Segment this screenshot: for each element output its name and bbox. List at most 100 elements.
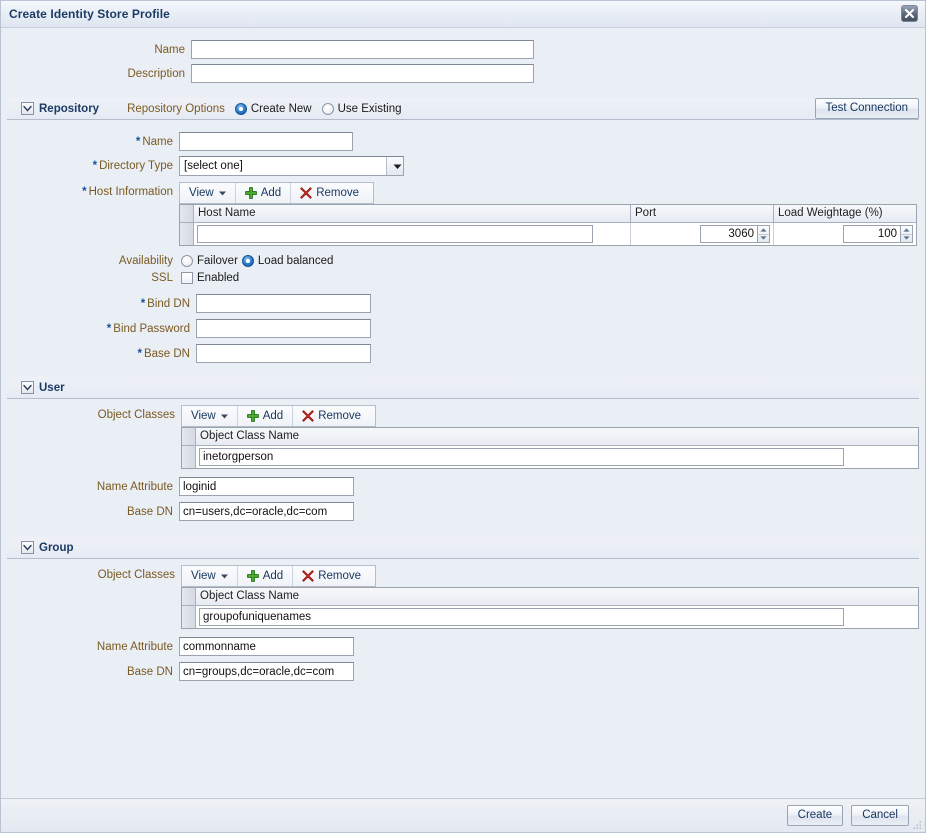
group-base-dn-input[interactable]: [179, 662, 354, 681]
profile-identity-fields: Name Description: [1, 34, 925, 98]
group-section-body: Object Classes View Add Remove Object Cl…: [1, 559, 925, 681]
row-selector-gutter: [180, 205, 194, 222]
user-table-toolbar: View Add Remove: [181, 405, 376, 427]
directory-type-select[interactable]: [select one]: [179, 156, 404, 176]
bind-dn-input[interactable]: [196, 294, 371, 313]
dialog-content: Name Description Repository Repository O…: [1, 28, 925, 798]
host-table-header-row: Host Name Port Load Weightage (%): [180, 205, 916, 223]
user-view-menu[interactable]: View: [182, 406, 238, 426]
host-information-table-wrap: View Add Remove Host Name Port Load Weig…: [179, 182, 917, 246]
radio-load-balanced[interactable]: Load balanced: [241, 255, 333, 267]
radio-create-new-marker: [234, 102, 247, 115]
user-base-dn-input[interactable]: [179, 502, 354, 521]
repository-base-dn-row: * Base DN: [1, 344, 925, 363]
repository-name-input[interactable]: [179, 132, 353, 151]
host-name-input[interactable]: [197, 225, 593, 243]
table-row: [182, 446, 918, 468]
ssl-enabled-checkbox[interactable]: Enabled: [181, 272, 239, 284]
group-name-attribute-input[interactable]: [179, 637, 354, 656]
create-button[interactable]: Create: [786, 805, 844, 826]
repository-options-label: Repository Options: [127, 102, 225, 115]
user-base-dn-label: Base DN: [126, 505, 173, 518]
description-input[interactable]: [191, 64, 534, 83]
group-view-label: View: [191, 570, 216, 582]
row-selector-cell[interactable]: [180, 223, 194, 245]
load-weightage-spinner-down[interactable]: [901, 235, 912, 243]
chevron-down-icon-user[interactable]: [21, 381, 34, 394]
host-information-table: Host Name Port Load Weightage (%): [179, 204, 917, 246]
user-object-class-input[interactable]: [199, 448, 844, 466]
column-header-port[interactable]: Port: [631, 205, 774, 222]
user-name-attribute-input[interactable]: [179, 477, 354, 496]
user-section-title: User: [39, 381, 65, 394]
user-remove-button[interactable]: Remove: [293, 406, 370, 426]
host-add-button[interactable]: Add: [236, 183, 292, 203]
port-spinner-up[interactable]: [758, 226, 769, 235]
radio-create-new[interactable]: Create New: [234, 102, 312, 115]
checkbox-icon: [181, 272, 193, 284]
group-table-toolbar: View Add Remove: [181, 565, 376, 587]
radio-load-balanced-marker: [241, 255, 254, 267]
description-label: Description: [127, 67, 185, 80]
cell-port: [631, 223, 774, 245]
user-object-classes-table: Object Class Name: [181, 427, 919, 469]
row-selector-cell[interactable]: [182, 446, 196, 468]
cancel-button[interactable]: Cancel: [851, 805, 909, 826]
port-spinner-buttons: [758, 225, 770, 243]
user-object-classes-row: Object Classes View Add Remove Object Cl…: [1, 405, 925, 469]
resize-grip-icon[interactable]: [912, 820, 922, 830]
remove-x-icon: [302, 410, 314, 422]
availability-label: Availability: [118, 255, 173, 267]
bind-dn-row: * Bind DN: [1, 294, 925, 313]
chevron-down-icon-repository[interactable]: [21, 102, 34, 115]
host-view-menu[interactable]: View: [180, 183, 236, 203]
plus-icon: [244, 187, 257, 199]
row-selector-cell[interactable]: [182, 606, 196, 628]
user-section-body: Object Classes View Add Remove Object Cl…: [1, 399, 925, 521]
ssl-label: SSL: [151, 272, 173, 284]
group-object-classes-label: Object Classes: [97, 569, 175, 581]
column-header-object-class-name[interactable]: Object Class Name: [196, 588, 918, 605]
group-view-menu[interactable]: View: [182, 566, 238, 586]
column-header-host-name[interactable]: Host Name: [194, 205, 631, 222]
description-row: Description: [1, 64, 925, 83]
dialog-title: Create Identity Store Profile: [9, 7, 170, 21]
bind-password-input[interactable]: [196, 319, 371, 338]
group-remove-button[interactable]: Remove: [293, 566, 370, 586]
load-weightage-input[interactable]: [843, 225, 901, 243]
plus-icon: [246, 570, 259, 582]
directory-type-row: * Directory Type [select one]: [1, 156, 925, 176]
repository-base-dn-input[interactable]: [196, 344, 371, 363]
column-header-load-weightage[interactable]: Load Weightage (%): [774, 205, 916, 222]
close-glyph: [904, 8, 915, 19]
load-weightage-spinner-up[interactable]: [901, 226, 912, 235]
group-name-attribute-row: Name Attribute: [1, 637, 925, 656]
ssl-enabled-label: Enabled: [197, 272, 240, 284]
group-object-classes-row: Object Classes View Add Remove Object Cl…: [1, 565, 925, 629]
host-remove-button[interactable]: Remove: [291, 183, 368, 203]
port-spinner-down[interactable]: [758, 235, 769, 243]
radio-use-existing[interactable]: Use Existing: [321, 102, 402, 115]
group-object-classes-table-wrap: View Add Remove Object Class Name groupo…: [181, 565, 919, 629]
group-object-class-input[interactable]: [199, 608, 844, 626]
port-input[interactable]: [700, 225, 758, 243]
user-add-button[interactable]: Add: [238, 406, 294, 426]
radio-use-existing-marker: [321, 102, 334, 115]
cell-object-class-name: [196, 446, 918, 468]
close-icon[interactable]: [901, 5, 918, 22]
name-input[interactable]: [191, 40, 534, 59]
radio-failover[interactable]: Failover: [181, 255, 238, 267]
test-connection-button[interactable]: Test Connection: [814, 98, 919, 119]
user-object-classes-label: Object Classes: [97, 409, 175, 421]
chevron-down-icon-view: [220, 410, 228, 422]
user-base-dn-row: Base DN: [1, 502, 925, 521]
column-header-object-class-name[interactable]: Object Class Name: [196, 428, 918, 445]
group-object-classes-table: Object Class Name: [181, 587, 919, 629]
chevron-down-glyph: [23, 105, 32, 112]
host-information-row: * Host Information View Add Remove Host …: [1, 182, 925, 246]
group-add-button[interactable]: Add: [238, 566, 294, 586]
cell-host-name: [194, 223, 631, 245]
radio-failover-label: Failover: [197, 255, 238, 267]
required-marker: *: [106, 322, 112, 335]
chevron-down-icon-group[interactable]: [21, 541, 34, 554]
